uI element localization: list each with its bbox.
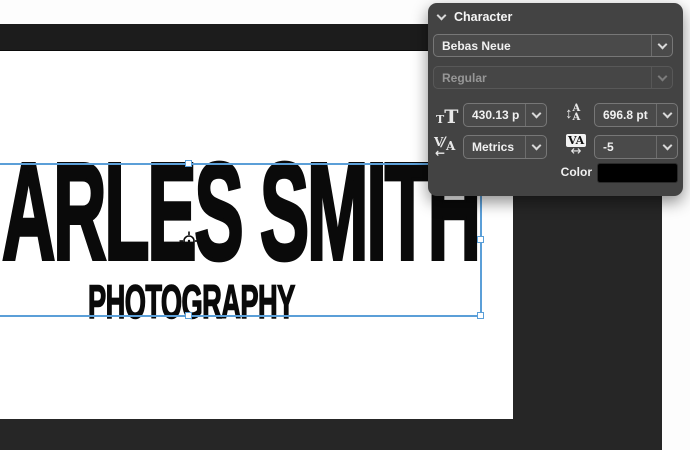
leading-dropdown-button[interactable] xyxy=(656,104,677,126)
tracking-icon: VA ↔ xyxy=(566,134,586,157)
selection-handle-bottom-right[interactable] xyxy=(477,312,484,319)
tracking-dropdown-button[interactable] xyxy=(656,136,677,158)
character-panel-header[interactable]: Character xyxy=(438,10,512,24)
chevron-down-icon xyxy=(662,141,672,151)
tracking-value: -5 xyxy=(595,140,656,154)
selection-box-top-edge xyxy=(0,163,481,165)
font-size-input[interactable]: 430.13 p xyxy=(463,103,547,127)
kerning-value: Metrics xyxy=(464,140,525,154)
leading-icon: ↕ A A xyxy=(565,104,580,122)
tutorial-page: ARLES SMITH PHOTOGRAPHY Character Bebas … xyxy=(0,0,690,450)
selection-handle-top-center[interactable] xyxy=(185,160,192,167)
chevron-down-icon xyxy=(657,71,667,81)
selection-handle-right-middle[interactable] xyxy=(477,236,484,243)
font-style-select: Regular xyxy=(433,66,673,89)
leading-input[interactable]: 696.8 pt xyxy=(594,103,678,127)
kerning-icon: V / A ← xyxy=(434,136,460,160)
font-size-dropdown-button[interactable] xyxy=(525,104,546,126)
character-panel: Character Bebas Neue Regular TT 430.13 p xyxy=(428,3,683,196)
font-style-dropdown-button xyxy=(651,67,672,88)
font-style-value: Regular xyxy=(434,71,651,85)
panel-title: Character xyxy=(454,10,512,24)
font-family-value: Bebas Neue xyxy=(434,39,651,53)
font-size-icon: TT xyxy=(436,106,458,128)
text-color-swatch[interactable] xyxy=(597,163,678,183)
selection-box-bottom-edge xyxy=(0,315,481,317)
selection-handle-bottom-center[interactable] xyxy=(185,312,192,319)
chevron-down-icon xyxy=(657,39,667,49)
reference-point-target-icon[interactable] xyxy=(179,231,199,251)
font-size-value: 430.13 p xyxy=(464,108,525,122)
font-family-select[interactable]: Bebas Neue xyxy=(433,34,673,57)
leading-value: 696.8 pt xyxy=(595,108,656,122)
color-label: Color xyxy=(561,165,592,179)
chevron-down-icon xyxy=(531,109,541,119)
kerning-select[interactable]: Metrics xyxy=(463,135,547,159)
kerning-dropdown-button[interactable] xyxy=(525,136,546,158)
tracking-input[interactable]: -5 xyxy=(594,135,678,159)
collapse-chevron-icon[interactable] xyxy=(437,11,447,21)
font-family-dropdown-button[interactable] xyxy=(651,35,672,56)
chevron-down-icon xyxy=(662,109,672,119)
chevron-down-icon xyxy=(531,141,541,151)
